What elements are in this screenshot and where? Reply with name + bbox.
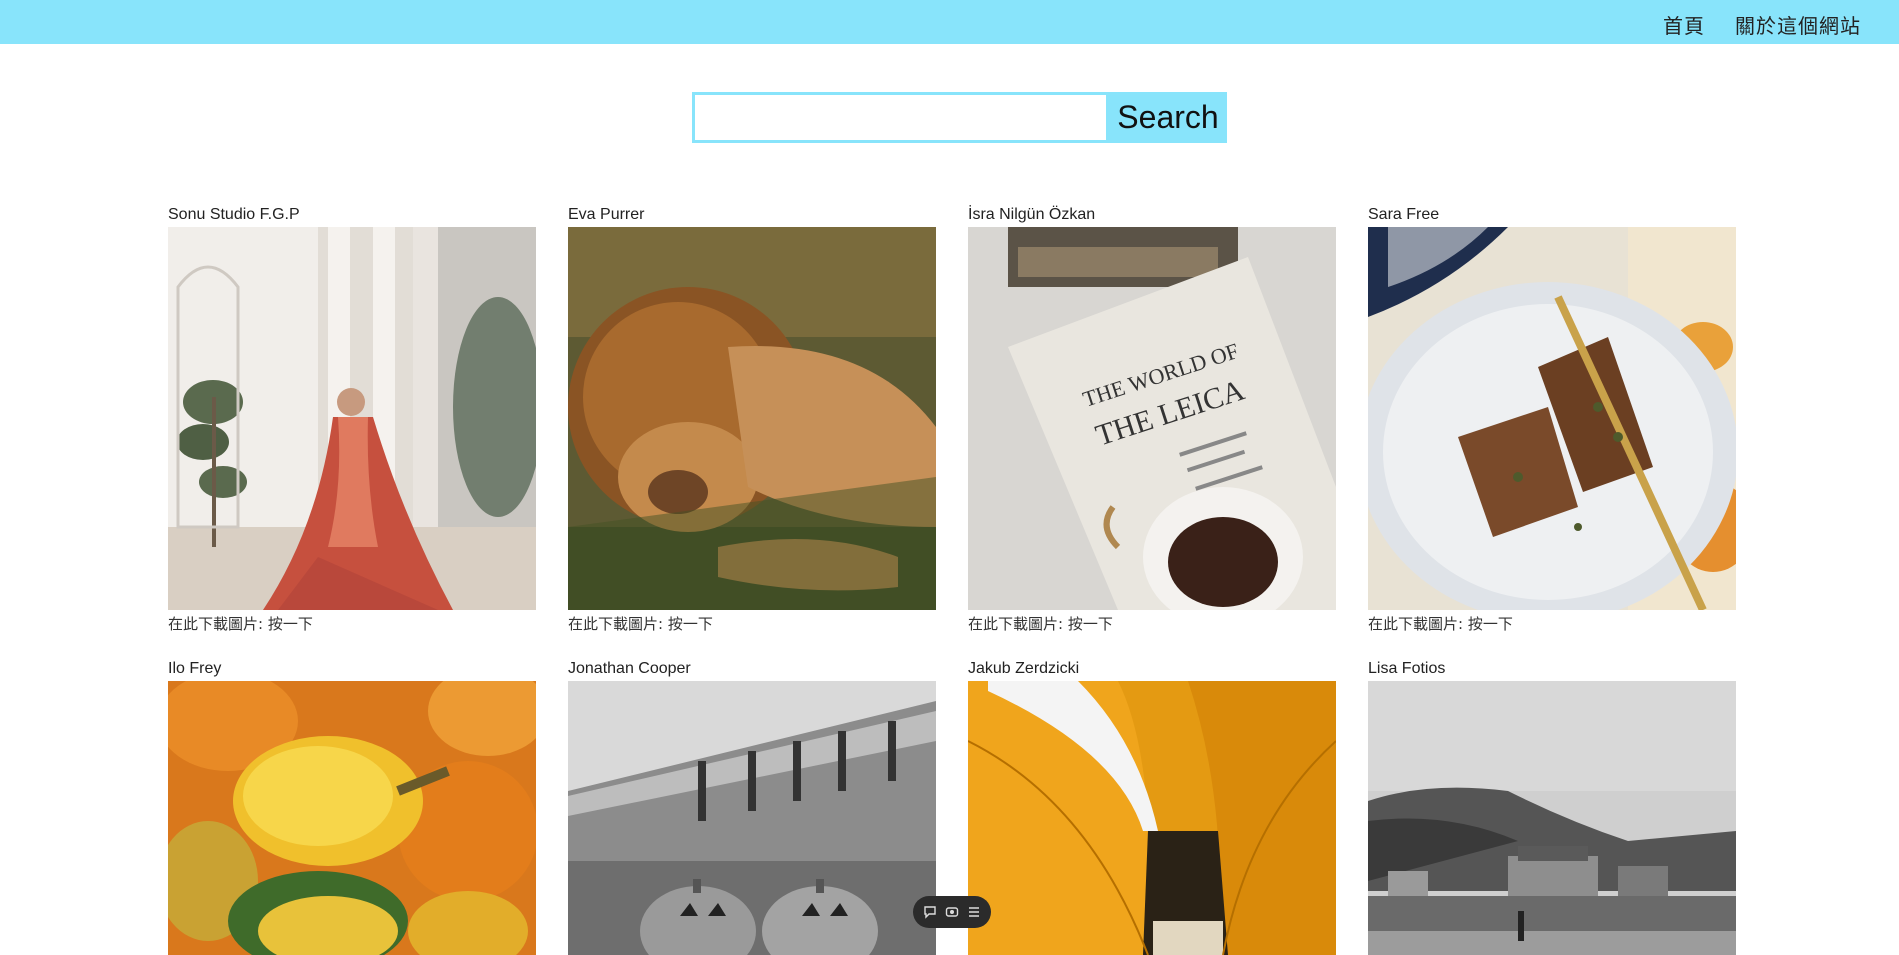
lion-photo <box>568 227 936 610</box>
floating-toolbar <box>913 896 991 928</box>
download-link[interactable]: 在此下載圖片: 按一下 <box>568 613 936 634</box>
menu-icon[interactable] <box>966 904 982 920</box>
jack-o-lantern-photo <box>568 681 936 955</box>
photo-card: Jakub Zerdzicki <box>968 660 1336 955</box>
photo-card: İsra Nilgün Özkan THE WORLD OF THE LEICA… <box>968 206 1336 634</box>
photo-card: Sonu Studio F.G.P 在此下載圖片: 按一下 <box>168 206 536 634</box>
cake-plate-photo <box>1368 227 1736 610</box>
search-input[interactable] <box>692 92 1109 143</box>
photo-image[interactable] <box>168 681 536 955</box>
photo-card: Eva Purrer 在此下載圖片: 按一下 <box>568 206 936 634</box>
photo-card: Lisa Fotios <box>1368 660 1736 955</box>
search-button[interactable]: Search <box>1109 92 1227 143</box>
photo-image[interactable] <box>1368 681 1736 955</box>
pumpkins-photo <box>168 681 536 955</box>
coastal-town-photo <box>1368 681 1736 955</box>
photo-image[interactable]: THE WORLD OF THE LEICA <box>968 227 1336 610</box>
photo-image[interactable] <box>168 227 536 610</box>
photo-author: Lisa Fotios <box>1368 660 1446 677</box>
download-link[interactable]: 在此下載圖片: 按一下 <box>168 613 536 634</box>
photo-image[interactable] <box>568 681 936 955</box>
search-form: Search <box>692 92 1227 143</box>
leica-book-photo: THE WORLD OF THE LEICA <box>968 227 1336 610</box>
photo-author: Jakub Zerdzicki <box>968 660 1080 677</box>
photo-author: İsra Nilgün Özkan <box>968 206 1096 223</box>
eye-icon[interactable] <box>944 904 960 920</box>
photo-card: Ilo Frey <box>168 660 536 955</box>
photo-author: Eva Purrer <box>568 206 645 223</box>
photo-image[interactable] <box>968 681 1336 955</box>
bride-photo <box>168 227 536 610</box>
top-nav-bar: 首頁 關於這個網站 <box>0 0 1899 44</box>
photo-author: Sonu Studio F.G.P <box>168 206 300 223</box>
photo-author: Sara Free <box>1368 206 1440 223</box>
photo-image[interactable] <box>1368 227 1736 610</box>
nav-home-link[interactable]: 首頁 <box>1663 10 1705 39</box>
photo-card: Sara Free 在此下載圖片: 按一下 <box>1368 206 1736 634</box>
download-link[interactable]: 在此下載圖片: 按一下 <box>968 613 1336 634</box>
chat-bubble-icon[interactable] <box>922 904 938 920</box>
download-link[interactable]: 在此下載圖片: 按一下 <box>1368 613 1736 634</box>
photo-image[interactable] <box>568 227 936 610</box>
orange-tunnel-photo <box>968 681 1336 955</box>
photo-author: Jonathan Cooper <box>568 660 691 677</box>
photo-author: Ilo Frey <box>168 660 222 677</box>
nav-about-link[interactable]: 關於這個網站 <box>1735 10 1861 39</box>
photo-card: Jonathan Cooper <box>568 660 936 955</box>
